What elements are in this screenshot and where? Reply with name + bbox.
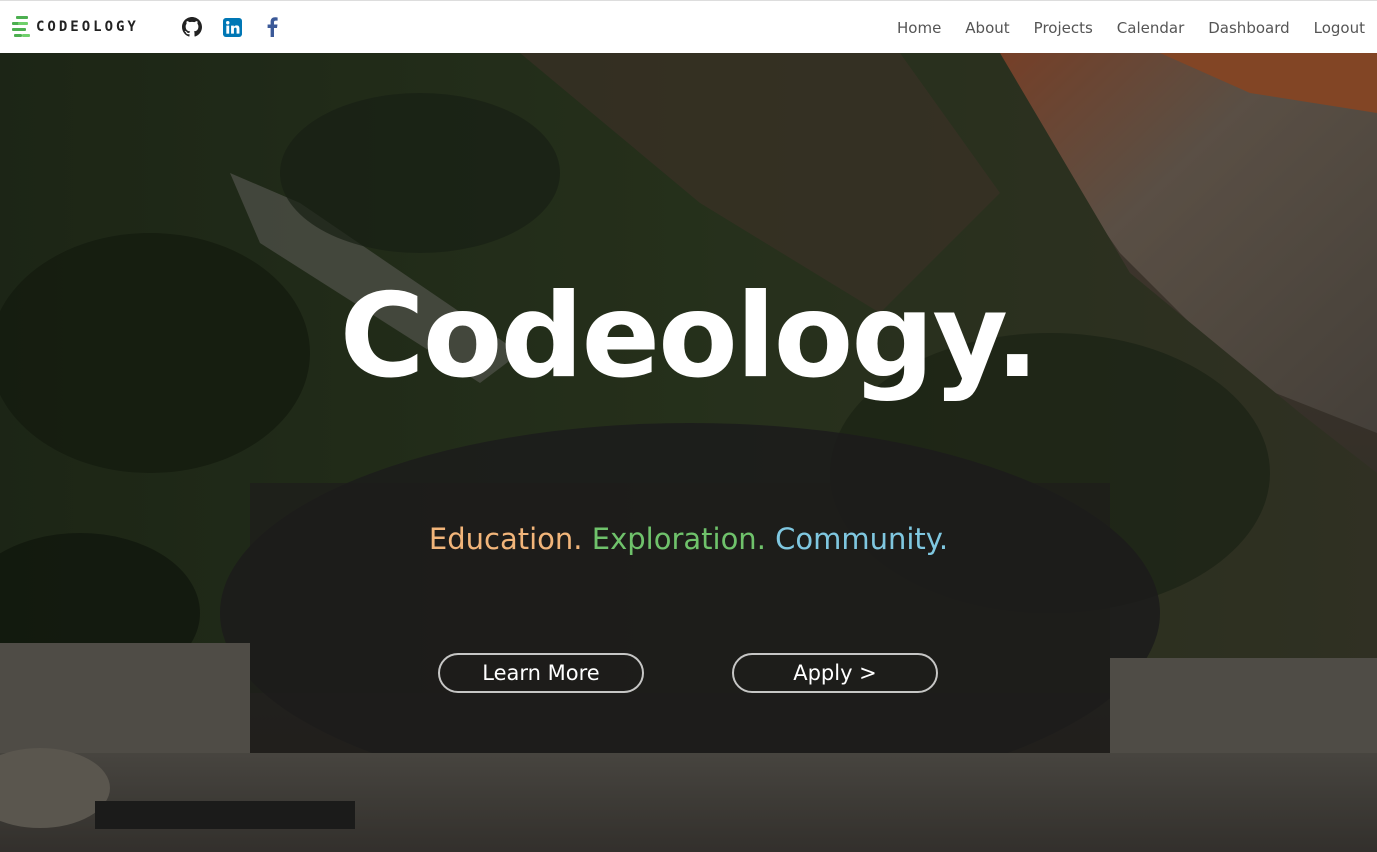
nav-logout[interactable]: Logout <box>1314 19 1365 37</box>
hero-tagline: Education. Exploration. Community. <box>0 525 1377 554</box>
nav-links: Home About Projects Calendar Dashboard L… <box>873 1 1365 54</box>
nav-projects[interactable]: Projects <box>1034 19 1093 37</box>
facebook-icon[interactable] <box>262 17 282 37</box>
learn-more-button[interactable]: Learn More <box>438 653 644 693</box>
tagline-exploration: Exploration. <box>591 522 766 556</box>
nav-home[interactable]: Home <box>897 19 941 37</box>
hero-title: Codeology. <box>339 269 1040 404</box>
codeology-logo[interactable]: CODEOLOGY <box>12 13 139 41</box>
logo-icon <box>12 13 38 41</box>
nav-dashboard[interactable]: Dashboard <box>1208 19 1289 37</box>
top-navbar: CODEOLOGY Home About Projects Calendar D… <box>0 0 1377 53</box>
github-icon[interactable] <box>182 17 202 37</box>
nav-about[interactable]: About <box>965 19 1009 37</box>
hero-overlay <box>0 53 1377 852</box>
hero-section: Codeology. Education. Exploration. Commu… <box>0 53 1377 852</box>
nav-calendar[interactable]: Calendar <box>1117 19 1184 37</box>
tagline-education: Education. <box>428 522 583 556</box>
logo-text: CODEOLOGY <box>36 19 139 35</box>
apply-button[interactable]: Apply > <box>732 653 938 693</box>
tagline-community: Community. <box>775 522 949 556</box>
linkedin-icon[interactable] <box>222 17 242 37</box>
